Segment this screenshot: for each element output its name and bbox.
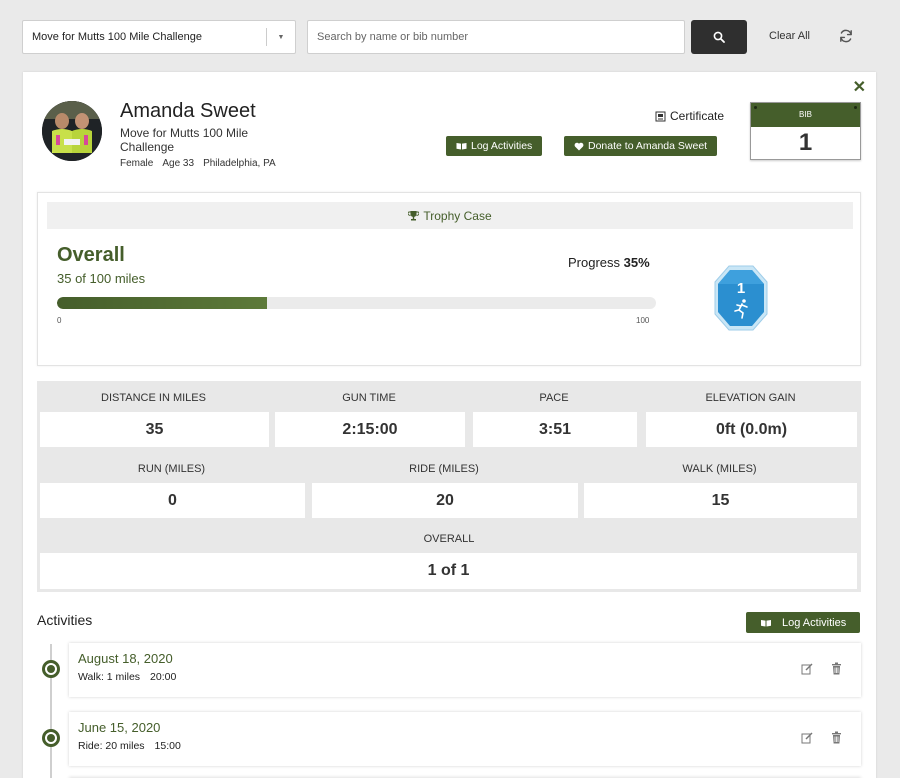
stat-gun-time-value: 2:15:00 [275,412,465,447]
trash-icon[interactable] [831,662,842,675]
activity-time: 15:00 [154,740,181,752]
activity-time: 20:00 [150,671,177,683]
trash-icon[interactable] [831,731,842,744]
progress-bar [57,297,656,309]
progress-fill [57,297,267,309]
heart-icon [574,142,584,150]
search-icon [713,31,725,43]
progress-max: 100 [636,316,650,325]
stat-distance-label: DISTANCE IN MILES [101,392,206,404]
bib-label: BIB [799,110,812,119]
stat-walk-value: 15 [584,483,857,518]
activity-date: June 15, 2020 [78,720,161,735]
activity-item[interactable]: August 18, 2020 Walk: 1 miles 20:00 [69,643,861,697]
trophy-badge[interactable]: 1 [713,264,769,332]
log-activities-bottom-label: Log Activities [782,616,847,629]
timeline-dot [42,660,60,678]
log-activities-label: Log Activities [471,140,533,152]
bib-card: BIB 1 [750,102,861,160]
stat-run-label: RUN (MILES) [137,463,206,475]
overall-title: Overall [57,244,125,266]
progress-label: Progress [568,255,621,270]
bib-number: 1 [798,129,813,156]
donate-button[interactable]: Donate to Amanda Sweet [564,136,718,156]
close-icon[interactable]: ✕ [853,80,866,96]
progress-value: 35% [623,255,650,270]
athlete-name: Amanda Sweet [120,100,256,122]
certificate-icon [655,111,666,121]
athlete-meta: Female Age 33 Philadelphia, PA [120,158,276,169]
location: Philadelphia, PA [203,158,276,169]
refresh-icon[interactable] [838,28,854,44]
athlete-card: ✕ Amanda Sweet Move for Mutts 100 Mile C… [23,72,876,778]
stat-overall-label: OVERALL [423,533,475,545]
bib-header: BIB [751,103,860,127]
overall-subtitle: 35 of 100 miles [57,271,146,286]
stat-elevation-label: ELEVATION GAIN [705,392,796,404]
book-icon [456,143,467,150]
book-icon [761,619,771,626]
trophy-case-header[interactable]: Trophy Case [47,202,853,229]
activity-type: Walk: 1 miles [78,671,141,683]
activities-title: Activities [37,612,93,628]
stat-pace-label: PACE [539,392,569,404]
avatar [42,101,102,161]
certificate-label: Certificate [670,109,725,123]
stat-walk-label: WALK (MILES) [682,463,757,475]
progress-text: Progress 35% [568,255,650,270]
log-activities-button[interactable]: Log Activities [446,136,543,156]
trophy-case: Trophy Case Overall 35 of 100 miles Prog… [37,192,861,366]
certificate-link[interactable]: Certificate [655,109,724,123]
stat-pace-value: 3:51 [473,412,637,447]
event-select-value: Move for Mutts 100 Mile Challenge [32,31,202,43]
age: Age 33 [162,158,195,169]
athlete-event: Move for Mutts 100 Mile Challenge [120,126,249,154]
progress-min: 0 [57,316,62,325]
donate-label: Donate to Amanda Sweet [588,140,708,152]
edit-icon[interactable] [801,732,813,744]
clear-all-button[interactable]: Clear All [769,30,810,42]
trophy-icon [408,211,420,221]
search-input[interactable] [307,20,685,54]
trophy-case-title: Trophy Case [423,208,492,223]
timeline-dot [42,729,60,747]
stat-elevation-value: 0ft (0.0m) [646,412,857,447]
search-button[interactable] [691,20,747,54]
activity-date: August 18, 2020 [78,651,173,666]
stat-gun-time-label: GUN TIME [342,392,396,404]
activity-detail: Ride: 20 miles 15:00 [78,740,181,752]
activity-detail: Walk: 1 miles 20:00 [78,671,176,683]
stat-distance-value: 35 [40,412,269,447]
edit-icon[interactable] [801,663,813,675]
log-activities-button-bottom[interactable]: Log Activities [746,612,861,633]
stats-panel: DISTANCE IN MILES GUN TIME PACE ELEVATIO… [37,381,861,592]
stat-overall-value: 1 of 1 [40,553,857,589]
event-select[interactable]: Move for Mutts 100 Mile Challenge ▼ [22,20,296,54]
stat-ride-value: 20 [312,483,578,518]
gender: Female [120,158,154,169]
stat-ride-label: RIDE (MILES) [409,463,479,475]
stat-run-value: 0 [40,483,305,518]
activity-type: Ride: 20 miles [78,740,145,752]
chevron-down-icon[interactable]: ▼ [267,34,295,41]
activity-item[interactable]: June 15, 2020 Ride: 20 miles 15:00 [69,712,861,766]
badge-number: 1 [737,280,745,297]
